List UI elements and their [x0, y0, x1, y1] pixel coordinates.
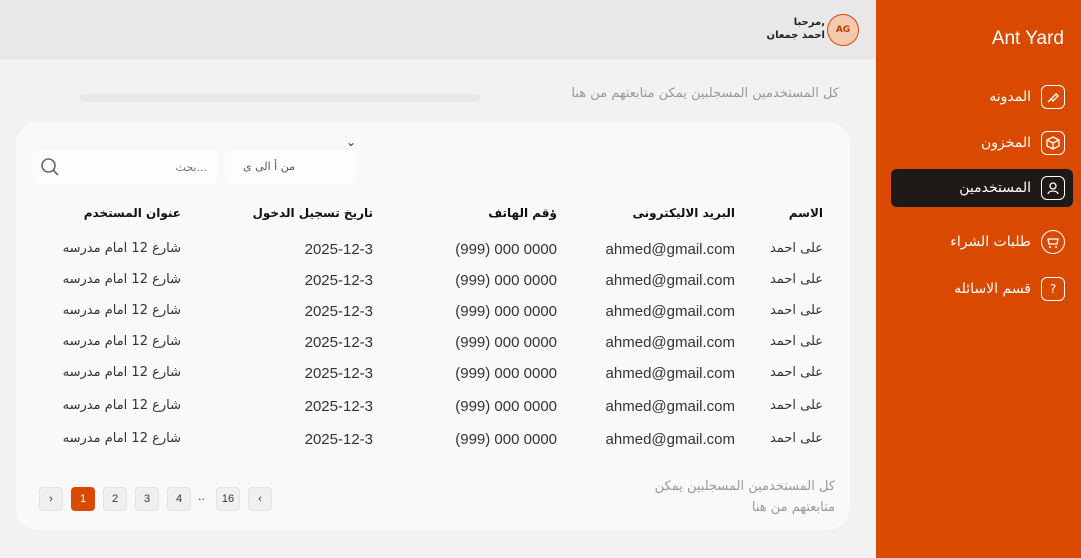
search-box	[33, 150, 218, 184]
pagination-page-16[interactable]: 16	[216, 487, 240, 511]
pagination-ellipsis: ..	[198, 490, 205, 503]
cell-address: شارع 12 امام مدرسه	[62, 272, 181, 287]
cell-address: شارع 12 امام مدرسه	[62, 303, 181, 318]
pagination-page-3[interactable]: 3	[135, 487, 159, 511]
cell-email: ahmed@gmail.com	[605, 398, 735, 415]
cell-address: شارع 12 امام مدرسه	[62, 398, 181, 413]
cell-email: ahmed@gmail.com	[605, 431, 735, 448]
search-icon[interactable]	[40, 157, 60, 177]
cell-address: شارع 12 امام مدرسه	[62, 241, 181, 256]
user-name: احمد جمعان	[766, 30, 825, 41]
cell-phone: (999) 000 0000	[455, 272, 557, 289]
user-icon	[1041, 176, 1065, 200]
pagination-prev-button[interactable]: ‹	[248, 487, 272, 511]
search-input[interactable]	[65, 150, 215, 184]
sidebar-item-blog[interactable]: المدونه	[891, 78, 1073, 116]
pagination-page-4[interactable]: 4	[167, 487, 191, 511]
cell-phone: (999) 000 0000	[455, 398, 557, 415]
cell-email: ahmed@gmail.com	[605, 272, 735, 289]
footer-note-line: كل المستخدمين المسجلبين يمكن	[654, 479, 835, 494]
greeting-text: مرحبا,	[793, 17, 825, 28]
question-icon: ?	[1041, 277, 1065, 301]
cell-date: 2025-12-3	[304, 334, 373, 351]
sidebar-item-label: المستخدمين	[959, 180, 1031, 196]
cell-address: شارع 12 امام مدرسه	[62, 365, 181, 380]
chevron-down-icon[interactable]: ⌄	[346, 135, 356, 149]
sidebar-item-label: المدونه	[989, 89, 1031, 105]
cell-date: 2025-12-3	[304, 365, 373, 382]
cell-date: 2025-12-3	[304, 241, 373, 258]
cell-date: 2025-12-3	[304, 303, 373, 320]
cell-address: شارع 12 امام مدرسه	[62, 334, 181, 349]
cell-date: 2025-12-3	[304, 431, 373, 448]
pagination-page-2[interactable]: 2	[103, 487, 127, 511]
blog-icon	[1041, 85, 1065, 109]
sidebar: Ant Yard المدونه المخزون المستخدمين طلبا…	[876, 0, 1081, 558]
sidebar-item-label: قسم الاسائله	[954, 281, 1031, 297]
footer-note: كل المستخدمين المسجلبين يمكن متابعتهم من…	[635, 476, 835, 518]
sidebar-item-orders[interactable]: طلبات الشراء	[891, 223, 1073, 261]
page-subtitle: كل المستخدمين المسجلبين يمكن متابعتهم من…	[571, 86, 839, 101]
cell-email: ahmed@gmail.com	[605, 241, 735, 258]
pagination-page-1[interactable]: 1	[71, 487, 95, 511]
column-header-name: الاسم	[788, 206, 823, 220]
cell-address: شارع 12 امام مدرسه	[62, 431, 181, 446]
column-header-email: البريد الاليكترونى	[632, 206, 736, 220]
cell-name: على احمد	[769, 398, 823, 413]
cell-phone: (999) 000 0000	[455, 241, 557, 258]
column-header-phone: ؤقم الهاتف	[488, 206, 557, 220]
cart-icon	[1041, 230, 1065, 254]
cell-phone: (999) 000 0000	[455, 365, 557, 382]
cell-email: ahmed@gmail.com	[605, 365, 735, 382]
sort-select[interactable]: من أ الى ى	[225, 150, 355, 184]
cell-phone: (999) 000 0000	[455, 334, 557, 351]
sidebar-item-questions[interactable]: قسم الاسائله ?	[891, 270, 1073, 308]
sidebar-item-label: طلبات الشراء	[950, 234, 1031, 250]
cell-date: 2025-12-3	[304, 398, 373, 415]
sidebar-item-users[interactable]: المستخدمين	[891, 169, 1073, 207]
cell-name: على احمد	[769, 431, 823, 446]
cell-name: على احمد	[769, 334, 823, 349]
avatar[interactable]: AG	[827, 14, 859, 46]
pagination-next-button[interactable]: ›	[39, 487, 63, 511]
cell-name: على احمد	[769, 303, 823, 318]
decorative-line	[80, 94, 480, 102]
box-icon	[1041, 131, 1065, 155]
cell-name: على احمد	[769, 272, 823, 287]
sidebar-item-label: المخزون	[980, 135, 1031, 151]
top-header	[0, 0, 876, 59]
cell-phone: (999) 000 0000	[455, 431, 557, 448]
brand-logo: Ant Yard	[991, 28, 1064, 49]
column-header-address: عنوان المستخدم	[83, 206, 181, 220]
cell-email: ahmed@gmail.com	[605, 303, 735, 320]
user-greeting: مرحبا, احمد جمعان	[767, 16, 825, 42]
cell-date: 2025-12-3	[304, 272, 373, 289]
cell-phone: (999) 000 0000	[455, 303, 557, 320]
cell-name: على احمد	[769, 241, 823, 256]
cell-email: ahmed@gmail.com	[605, 334, 735, 351]
cell-name: على احمد	[769, 365, 823, 380]
column-header-date: تاريخ تسجيل الدخول	[252, 206, 373, 220]
footer-note-line: متابعتهم من هنا	[751, 500, 835, 515]
sidebar-item-inventory[interactable]: المخزون	[891, 124, 1073, 162]
